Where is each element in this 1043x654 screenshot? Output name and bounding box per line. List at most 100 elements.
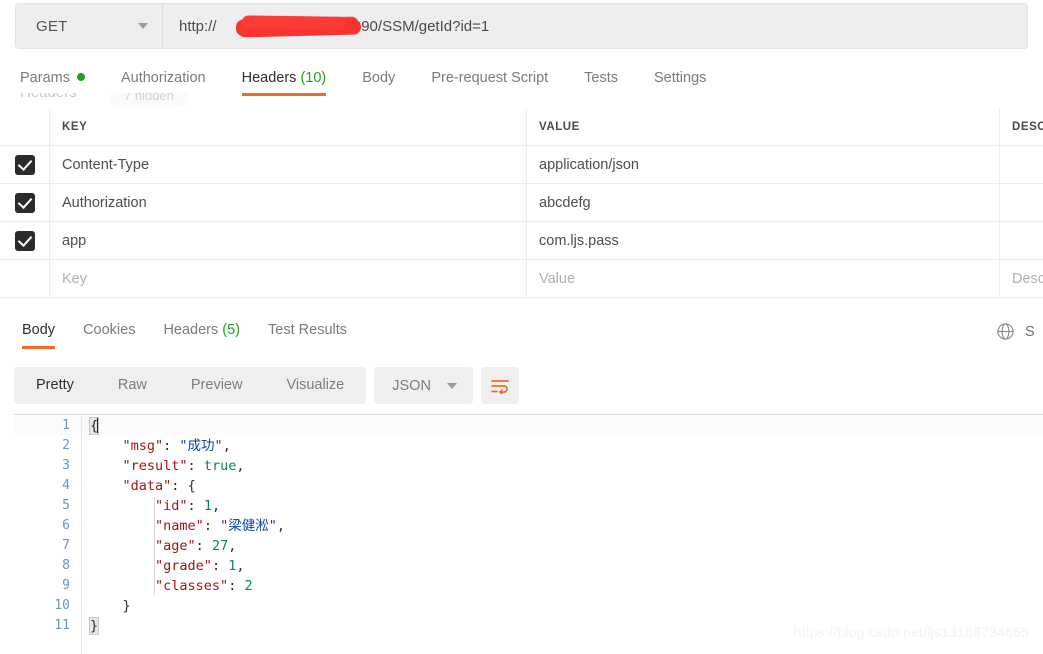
line-number-gutter: 1 2 3 4 5 6 7 8 9 10 11 [14, 416, 82, 654]
row-key-cell[interactable]: Content-Type [50, 146, 527, 183]
line-number: 2 [62, 438, 70, 453]
response-tab-body[interactable]: Body [8, 318, 69, 349]
url-bar: GET http:// 8090/SSM/getId?id=1 [0, 0, 1043, 52]
code-token: , [236, 458, 245, 474]
code-token: : [171, 478, 188, 494]
table-row[interactable]: Authorization abcdefg [0, 184, 1043, 222]
response-tab-test-results[interactable]: Test Results [254, 318, 361, 349]
code-token: } [122, 598, 131, 614]
row-description-cell[interactable] [1000, 184, 1043, 221]
tab-headers[interactable]: Headers (10) [224, 68, 345, 96]
tab-body[interactable]: Body [344, 68, 413, 96]
tab-params[interactable]: Params [20, 68, 103, 96]
row-value-cell[interactable]: abcdefg [527, 184, 1000, 221]
code-line: "grade": 1, [90, 556, 1040, 576]
watermark: https://blog.csdn.net/ljs13168734665 [793, 624, 1029, 640]
tab-headers-count: (10) [300, 70, 327, 86]
new-row-description-cell[interactable]: Description [1000, 260, 1043, 297]
tab-pre-request-script[interactable]: Pre-request Script [413, 68, 566, 96]
view-mode-group: Pretty Raw Preview Visualize [14, 367, 367, 404]
headers-section-label: Headers [20, 93, 77, 101]
new-row-key-cell[interactable]: Key [50, 260, 527, 297]
code-token: : [187, 458, 204, 474]
line-number: 1 [62, 418, 70, 433]
http-method-selector[interactable]: GET [15, 3, 162, 49]
code-token: : [163, 438, 180, 454]
code-line: "name": "梁健淞", [90, 516, 1040, 536]
code-token: "name" [155, 518, 204, 534]
tab-settings[interactable]: Settings [636, 68, 724, 96]
tab-body-label: Body [362, 70, 396, 86]
headers-hidden-bar: Headers 7 hidden [20, 93, 440, 107]
code-line: "id": 1, [90, 496, 1040, 516]
code-token: "梁健淞" [220, 518, 277, 534]
view-mode-raw[interactable]: Raw [96, 367, 169, 404]
line-number: 10 [54, 598, 70, 613]
row-checkbox-cell [0, 222, 50, 259]
tab-tests-label: Tests [584, 70, 619, 86]
tab-tests[interactable]: Tests [566, 68, 636, 96]
table-new-row[interactable]: Key Value Description [0, 260, 1043, 298]
response-tab-headers-label: Headers [163, 322, 219, 338]
row-key-cell[interactable]: app [50, 222, 527, 259]
response-format-toolbar: Pretty Raw Preview Visualize JSON [14, 367, 519, 404]
row-description-cell[interactable] [1000, 146, 1043, 183]
language-selector[interactable]: JSON [374, 367, 473, 404]
params-modified-dot-icon [76, 73, 85, 81]
column-header-key: KEY [50, 108, 527, 145]
tab-authorization-label: Authorization [120, 70, 206, 86]
line-number: 3 [62, 458, 70, 473]
column-header-value: VALUE [527, 108, 1000, 145]
line-number: 4 [62, 478, 70, 493]
view-mode-visualize[interactable]: Visualize [264, 367, 366, 404]
row-value-cell[interactable]: com.ljs.pass [527, 222, 1000, 259]
line-number: 8 [62, 558, 70, 573]
language-label: JSON [392, 377, 431, 394]
response-tab-headers[interactable]: Headers (5) [149, 318, 254, 349]
response-actions: S [996, 322, 1043, 341]
code-line: "data": { [90, 476, 1040, 496]
view-mode-preview[interactable]: Preview [169, 367, 265, 404]
code-token: : [195, 538, 212, 554]
word-wrap-toggle[interactable] [480, 367, 519, 404]
indent-guide [154, 497, 155, 595]
chevron-down-icon [138, 23, 148, 29]
url-input[interactable]: http:// 8090/SSM/getId?id=1 [162, 3, 1028, 49]
code-token: 27 [211, 538, 229, 554]
row-value-cell[interactable]: application/json [527, 146, 1000, 183]
code-token: , [228, 538, 237, 554]
http-method-label: GET [36, 17, 68, 35]
tab-settings-label: Settings [654, 70, 707, 86]
response-body-editor[interactable]: 1 2 3 4 5 6 7 8 9 10 11 { "msg": "成功", "… [14, 414, 1043, 654]
table-row[interactable]: Content-Type application/json [0, 146, 1043, 184]
response-tab-cookies[interactable]: Cookies [69, 318, 149, 349]
column-header-key-label: KEY [62, 120, 88, 133]
postman-window: GET http:// 8090/SSM/getId?id=1 Params Au… [0, 0, 1043, 654]
code-token: : [211, 558, 229, 574]
code-token: } [88, 617, 100, 635]
tab-authorization[interactable]: Authorization [103, 68, 224, 96]
line-number: 7 [62, 538, 70, 553]
code-token: 2 [244, 578, 253, 594]
row-checkbox[interactable] [14, 154, 35, 175]
view-mode-pretty[interactable]: Pretty [14, 367, 96, 404]
row-description-cell[interactable] [1000, 222, 1043, 259]
row-key-text: Authorization [62, 194, 147, 211]
code-token: "classes" [155, 578, 229, 594]
code-token: : [187, 498, 204, 514]
globe-icon[interactable] [996, 322, 1015, 341]
new-row-value-cell[interactable]: Value [527, 260, 1000, 297]
code-token: , [276, 518, 285, 534]
table-row[interactable]: app com.ljs.pass [0, 222, 1043, 260]
response-tab-body-label: Body [22, 322, 56, 338]
json-code[interactable]: { "msg": "成功", "result": true, "data": {… [88, 416, 1040, 636]
chevron-down-icon [446, 382, 457, 389]
code-token: : [228, 578, 245, 594]
code-line: "classes": 2 [90, 576, 1040, 596]
row-checkbox[interactable] [14, 230, 35, 251]
row-checkbox[interactable] [14, 192, 35, 213]
row-key-cell[interactable]: Authorization [50, 184, 527, 221]
save-response-button[interactable]: S [1025, 324, 1039, 340]
row-checkbox-cell [0, 184, 50, 221]
hidden-headers-button[interactable]: 7 hidden [110, 93, 188, 107]
